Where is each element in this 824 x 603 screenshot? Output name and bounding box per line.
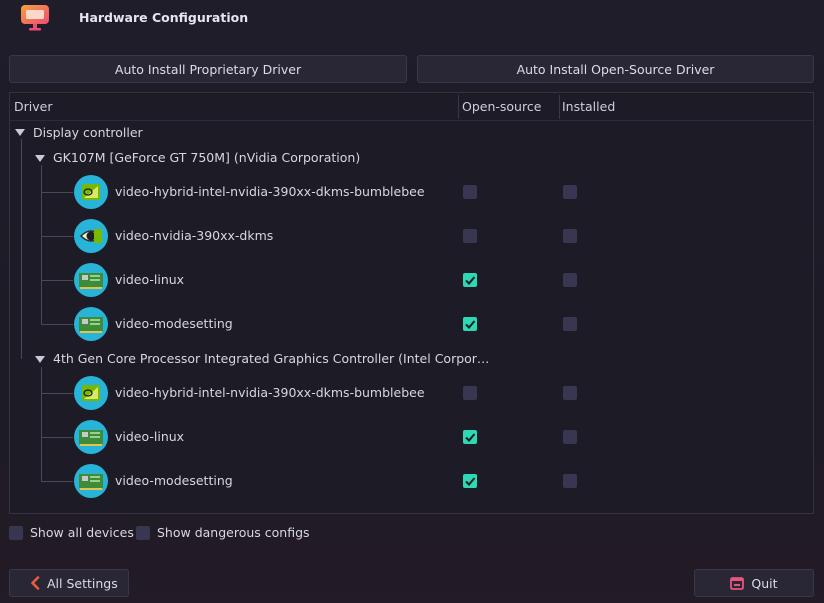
nvidia-hybrid-icon: [74, 376, 108, 410]
column-header-opensource[interactable]: Open-source: [462, 93, 541, 120]
tree-line: [41, 437, 73, 438]
auto-install-opensource-label: Auto Install Open-Source Driver: [516, 61, 715, 77]
driver-name[interactable]: video-modesetting: [115, 473, 233, 488]
gpu-card-icon: [74, 464, 108, 498]
installed-checkbox[interactable]: [563, 229, 577, 243]
all-settings-button[interactable]: All Settings: [9, 569, 129, 597]
tree-line: [41, 324, 73, 325]
driver-name[interactable]: video-hybrid-intel-nvidia-390xx-dkms-bum…: [115, 184, 425, 199]
driver-name[interactable]: video-modesetting: [115, 316, 233, 331]
tree-line: [41, 165, 42, 325]
driver-tree[interactable]: Driver Open-source Installed Display con…: [9, 92, 814, 514]
gpu-card-icon: [74, 420, 108, 454]
device-gk107m[interactable]: GK107M [GeForce GT 750M] (nVidia Corpora…: [53, 150, 360, 165]
installed-checkbox[interactable]: [563, 273, 577, 287]
column-header-driver[interactable]: Driver: [14, 93, 52, 120]
expand-arrow-icon[interactable]: [35, 356, 45, 363]
installed-checkbox[interactable]: [563, 430, 577, 444]
tree-line: [41, 280, 73, 281]
driver-name[interactable]: video-linux: [115, 429, 184, 444]
nvidia-hybrid-icon: [74, 175, 108, 209]
all-settings-label: All Settings: [47, 575, 118, 591]
tree-line: [41, 236, 73, 237]
show-all-devices-checkbox[interactable]: [9, 526, 23, 540]
checkmark-icon: [465, 320, 476, 329]
opensource-checkbox: [463, 273, 477, 287]
quit-icon: [730, 576, 745, 590]
show-dangerous-configs-checkbox[interactable]: [136, 526, 150, 540]
tree-line: [41, 481, 73, 482]
installed-checkbox[interactable]: [563, 317, 577, 331]
tree-line: [41, 393, 73, 394]
driver-name[interactable]: video-hybrid-intel-nvidia-390xx-dkms-bum…: [115, 385, 425, 400]
device-intel-igpu[interactable]: 4th Gen Core Processor Integrated Graphi…: [53, 351, 489, 366]
column-separator: [458, 95, 459, 119]
quit-label: Quit: [751, 575, 778, 591]
opensource-checkbox: [463, 317, 477, 331]
monitor-icon: [21, 5, 49, 31]
gpu-card-icon: [74, 307, 108, 341]
opensource-checkbox: [463, 185, 477, 199]
checkmark-icon: [465, 433, 476, 442]
installed-checkbox[interactable]: [563, 386, 577, 400]
tree-line: [41, 367, 42, 481]
auto-install-proprietary-label: Auto Install Proprietary Driver: [114, 61, 302, 77]
opensource-checkbox: [463, 430, 477, 444]
column-separator: [559, 95, 560, 119]
opensource-checkbox: [463, 229, 477, 243]
auto-install-proprietary-button[interactable]: Auto Install Proprietary Driver: [9, 55, 407, 83]
quit-button[interactable]: Quit: [694, 569, 814, 597]
tree-line: [21, 139, 22, 359]
driver-name[interactable]: video-nvidia-390xx-dkms: [115, 228, 273, 243]
back-arrow-icon: [31, 576, 40, 590]
header-divider: [10, 120, 813, 121]
tree-line: [41, 192, 73, 193]
category-display-controller[interactable]: Display controller: [33, 125, 143, 140]
gpu-card-icon: [74, 263, 108, 297]
checkmark-icon: [465, 477, 476, 486]
opensource-checkbox: [463, 474, 477, 488]
expand-arrow-icon[interactable]: [35, 155, 45, 162]
nvidia-icon: [74, 219, 108, 253]
window-title: Hardware Configuration: [79, 10, 249, 25]
column-header-installed[interactable]: Installed: [562, 93, 615, 120]
auto-install-opensource-button[interactable]: Auto Install Open-Source Driver: [417, 55, 814, 83]
installed-checkbox[interactable]: [563, 185, 577, 199]
opensource-checkbox: [463, 386, 477, 400]
installed-checkbox[interactable]: [563, 474, 577, 488]
driver-name[interactable]: video-linux: [115, 272, 184, 287]
checkmark-icon: [465, 276, 476, 285]
show-all-devices-label[interactable]: Show all devices: [30, 525, 134, 540]
show-dangerous-configs-label[interactable]: Show dangerous configs: [157, 525, 310, 540]
expand-arrow-icon[interactable]: [15, 129, 25, 136]
